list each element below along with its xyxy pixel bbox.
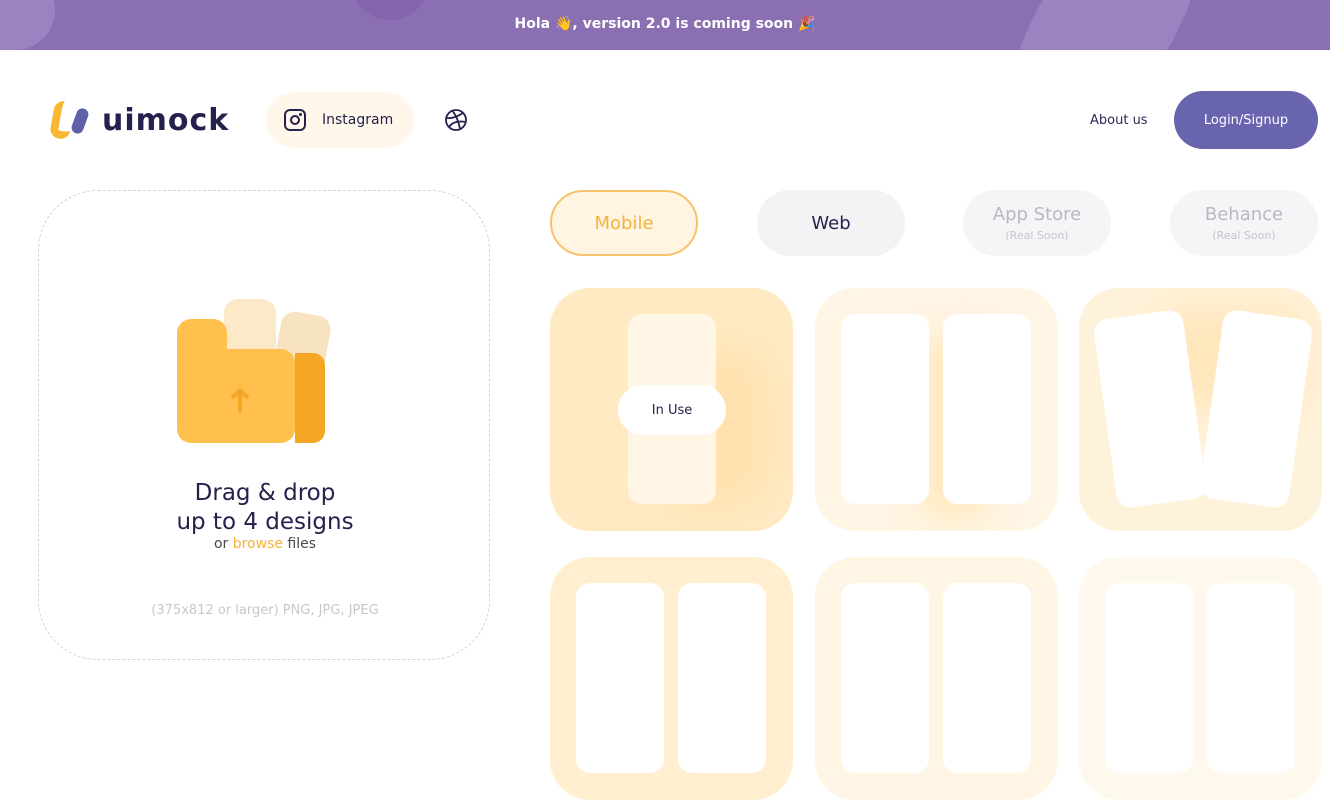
tab-label: Mobile [594, 212, 654, 234]
mockup-card-2[interactable] [815, 288, 1058, 531]
mockup-screen [841, 583, 929, 773]
mockup-card-6[interactable] [1079, 557, 1322, 800]
browse-link[interactable]: browse [233, 536, 283, 552]
upload-subtitle: or browse files [39, 536, 491, 552]
tab-sublabel: (Real Soon) [1212, 229, 1276, 242]
upload-arrow-icon [231, 388, 249, 413]
logo[interactable]: uimock [48, 99, 230, 141]
or-text: or [213, 536, 233, 552]
mockup-screen [576, 583, 664, 773]
about-us-link[interactable]: About us [1090, 113, 1148, 128]
tab-web[interactable]: Web [757, 190, 905, 256]
mockup-screen [678, 583, 766, 773]
mockup-screen [841, 314, 929, 504]
mockup-card-5[interactable] [815, 557, 1058, 800]
tab-label: Behance [1204, 204, 1284, 225]
tab-label: Web [811, 212, 851, 234]
mockup-screen [943, 314, 1031, 504]
banner-text: Hola 👋, version 2.0 is coming soon 🎉 [514, 16, 816, 32]
logo-text: uimock [102, 102, 230, 138]
logo-icon [48, 99, 92, 141]
tab-label: App Store [992, 204, 1082, 225]
tab-app-store: App Store (Real Soon) [963, 190, 1111, 256]
mockup-card-3[interactable] [1079, 288, 1322, 531]
tab-mobile[interactable]: Mobile [550, 190, 698, 256]
files-text: files [282, 536, 317, 552]
upload-title-line1: Drag & drop [194, 480, 336, 506]
upload-title-line2: up to 4 designs [176, 509, 354, 535]
mockup-screen [943, 583, 1031, 773]
in-use-badge: In Use [618, 385, 726, 435]
instagram-icon [284, 109, 306, 131]
upload-folder-icon [177, 297, 337, 447]
mockup-screen [1105, 583, 1193, 773]
mockup-screen [1207, 583, 1295, 773]
announcement-banner: Hola 👋, version 2.0 is coming soon 🎉 [0, 0, 1330, 50]
upload-formats-hint: (375x812 or larger) PNG, JPG, JPEG [151, 603, 379, 618]
dribbble-icon[interactable] [444, 108, 468, 132]
upload-title: Drag & drop up to 4 designs [39, 479, 491, 537]
tab-sublabel: (Real Soon) [1005, 229, 1069, 242]
upload-dropzone[interactable]: Drag & drop up to 4 designs or browse fi… [38, 190, 490, 660]
instagram-link[interactable]: Instagram [266, 92, 414, 148]
login-signup-button[interactable]: Login/Signup [1174, 91, 1318, 149]
mockup-card-1[interactable]: In Use [550, 288, 793, 531]
tab-behance: Behance (Real Soon) [1170, 190, 1318, 256]
mockup-card-4[interactable] [550, 557, 793, 800]
instagram-label: Instagram [322, 112, 394, 128]
